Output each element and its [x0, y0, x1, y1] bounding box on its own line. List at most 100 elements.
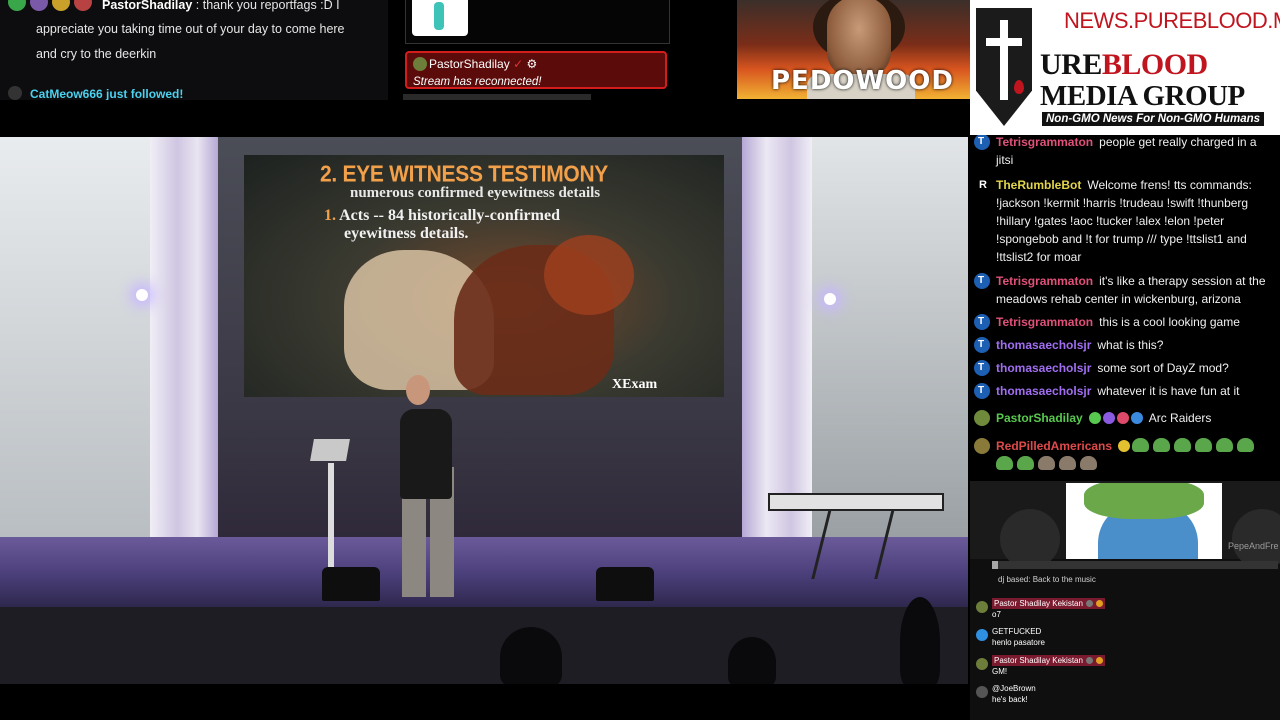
slide-bullet: 1. Acts -- 84 historically-confirmed: [324, 207, 560, 225]
panel-text: henlo pasatore: [992, 638, 1045, 647]
bullet-text: Acts -- 84 historically-confirmed: [339, 207, 560, 224]
badge-icon: [1095, 600, 1103, 607]
brand-line-2: MEDIA GROUP: [1040, 80, 1245, 112]
avatar: [976, 629, 988, 641]
user-icon: [8, 86, 22, 100]
media-tag: PepeAndFre: [1228, 541, 1279, 551]
avatar: [974, 359, 990, 377]
badge-icon: [1095, 657, 1103, 664]
panel-text: o7: [992, 610, 1001, 619]
chat-username[interactable]: Tetrisgrammaton: [996, 135, 1093, 149]
brand-line-1-b: BLOOD: [1101, 48, 1208, 81]
panel-username: @JoeBrown: [992, 684, 1036, 693]
stage-monitor: [322, 567, 380, 601]
cross-bar: [986, 38, 1022, 46]
panel-username: Pastor Shadilay Kekistan: [992, 598, 1105, 609]
badge-icon: [30, 0, 48, 11]
avatar: [976, 658, 988, 670]
brand-logo: NEWS.PUREBLOOD.MEDIA UREBLOOD MEDIA GROU…: [970, 0, 1280, 135]
avatar: [974, 313, 990, 331]
chat-message: PastorShadilay Arc Raiders: [970, 409, 1276, 427]
chat-text: whatever it is have fun at it: [1097, 384, 1240, 398]
slide-subtitle: numerous confirmed eyewitness details: [350, 185, 601, 201]
chat-username[interactable]: thomasaecholsjr: [996, 384, 1091, 398]
badge-icon: [1085, 657, 1093, 664]
projection-screen: 2. EYE WITNESS TESTIMONY numerous confir…: [244, 155, 724, 397]
panel-username: GETFUCKED: [992, 627, 1042, 636]
circle-decoration: [1232, 509, 1280, 569]
chat-text: what is this?: [1097, 338, 1164, 352]
stage-wall-left: [0, 137, 160, 537]
stage-light-icon: [136, 289, 148, 301]
emote-icon: [1059, 456, 1076, 470]
speaker: [400, 409, 452, 499]
reconnect-message: Stream has reconnected!: [413, 76, 542, 88]
pepe-emote-icon: [1132, 438, 1150, 452]
chat-line-2: appreciate you taking time out of your d…: [36, 22, 345, 36]
curtain-right: [742, 137, 812, 547]
avatar: [976, 686, 988, 698]
pepe-image: [1066, 483, 1222, 559]
gear-icon: ⚙: [526, 57, 538, 71]
chat-text: Arc Raiders: [1148, 411, 1212, 425]
badge-icon: [74, 0, 92, 11]
audience-head: [500, 627, 562, 684]
video-thumbnail: PEDOWOOD: [737, 0, 970, 99]
brand-line-1: UREBLOOD: [1040, 48, 1208, 82]
chat-message: Tetrisgrammatonpeople get really charged…: [970, 135, 1276, 169]
pepe-head: [1084, 483, 1204, 519]
chat-message: thomasaecholsjr whatever it is have fun a…: [970, 382, 1276, 400]
reconnect-notice: PastorShadilay ✓ ⚙ Stream has reconnecte…: [405, 51, 667, 89]
audience-head: [900, 597, 940, 684]
verified-icon: ✓: [513, 57, 524, 71]
curtain-left: [150, 137, 218, 547]
slide-bullet-continued: eyewitness details.: [344, 225, 469, 242]
pepe-emote-icon: [1195, 438, 1213, 452]
chat-username[interactable]: TheRumbleBot: [996, 178, 1081, 192]
stage-front: [0, 607, 968, 684]
avatar: [974, 410, 990, 426]
badge-icon: [1130, 412, 1143, 424]
chat-panel[interactable]: Tetrisgrammatonpeople get really charged…: [970, 135, 1280, 481]
thumbnail-caption: PEDOWOOD: [771, 66, 954, 96]
audience-head: [728, 637, 776, 684]
chat-username[interactable]: thomasaecholsjr: [996, 338, 1091, 352]
top-chat-overlay: PastorShadilay : thank you reportfags :D…: [0, 0, 388, 100]
pepe-emote-icon: [1017, 456, 1034, 470]
avatar: [974, 272, 990, 290]
chat-username[interactable]: thomasaecholsjr: [996, 361, 1091, 375]
chat-line-1: PastorShadilay : thank you reportfags :D…: [102, 0, 340, 12]
panel-username-text: Pastor Shadilay Kekistan: [994, 656, 1083, 665]
follow-text: CatMeow666 just followed!: [30, 87, 184, 100]
panel-username-text: Pastor Shadilay Kekistan: [994, 599, 1083, 608]
rumble-bot-icon: [974, 176, 990, 194]
chat-username[interactable]: Tetrisgrammaton: [996, 315, 1093, 329]
brand-tagline: Non-GMO News For Non-GMO Humans: [1042, 112, 1265, 126]
media-progress-bar[interactable]: [992, 561, 1278, 569]
brand-line-1-a: URE: [1040, 48, 1102, 81]
chat-username[interactable]: Tetrisgrammaton: [996, 274, 1093, 288]
now-playing: dj based: Back to the music: [998, 575, 1096, 584]
media-panel: PepeAndFre dj based: Back to the music P…: [970, 481, 1280, 720]
pepe-emote-icon: [1237, 438, 1255, 452]
badge-icon: [1118, 440, 1131, 452]
follow-notice: CatMeow666 just followed!: [8, 86, 183, 100]
video-player[interactable]: 2. EYE WITNESS TESTIMONY numerous confir…: [0, 137, 968, 684]
chat-text: thank you reportfags :D I: [202, 0, 340, 12]
laptop-icon: [310, 439, 350, 461]
chat-username[interactable]: RedPilledAmericans: [996, 439, 1112, 453]
badge-icon: [1116, 412, 1129, 424]
panel-username: Pastor Shadilay Kekistan: [992, 655, 1105, 666]
stage-light-icon: [824, 293, 836, 305]
reconnect-username: PastorShadilay: [429, 57, 510, 71]
chat-username[interactable]: PastorShadilay: [996, 411, 1083, 425]
avatar: [974, 336, 990, 354]
chat-message: RedPilledAmericans: [970, 437, 1276, 473]
avatar: [413, 57, 427, 71]
avatar: [974, 382, 990, 400]
avatar: [974, 438, 990, 454]
chat-username: PastorShadilay: [102, 0, 193, 12]
pepe-emote-icon: [1174, 438, 1192, 452]
bullet-number: 1.: [324, 207, 336, 224]
pepe-emote-icon: [1153, 438, 1171, 452]
